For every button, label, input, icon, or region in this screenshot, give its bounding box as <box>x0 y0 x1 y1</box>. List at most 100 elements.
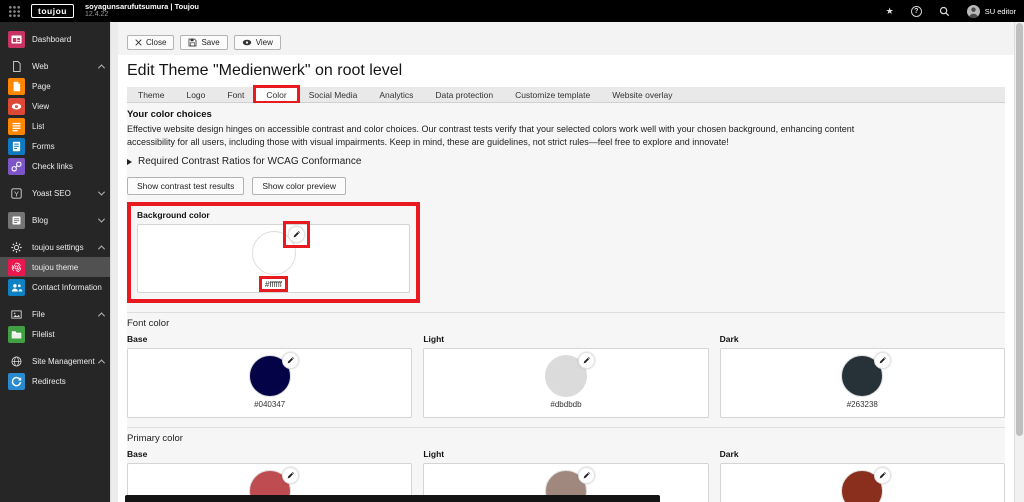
sidebar-item-dashboard[interactable]: Dashboard <box>0 29 110 49</box>
wcag-toggle[interactable]: Required Contrast Ratios for WCAG Confor… <box>127 156 1005 167</box>
background-color-label: Background color <box>137 210 410 220</box>
swatch-name: Dark <box>720 334 1005 344</box>
color-panel: Your color choices Effective website des… <box>127 103 1005 502</box>
view-button-label: View <box>256 38 273 47</box>
sidebar-item-toujou-theme[interactable]: toujou theme <box>0 257 110 277</box>
tab-website-overlay[interactable]: Website overlay <box>601 87 683 102</box>
chevron-up-icon <box>98 245 105 252</box>
edit-color-icon[interactable] <box>578 467 595 484</box>
font-base-column: Base #040347 <box>127 334 412 418</box>
user-name[interactable]: SU editor <box>985 7 1016 16</box>
edit-color-icon[interactable] <box>578 352 595 369</box>
main-scrollbar-thumb[interactable] <box>1016 23 1023 436</box>
sidebar-scrollbar[interactable] <box>110 22 118 502</box>
version-label: 12.4.22 <box>85 11 199 19</box>
page-icon <box>8 78 25 95</box>
panel-buttons: Show contrast test results Show color pr… <box>127 177 1005 195</box>
sidebar-item-filelist[interactable]: Filelist <box>0 324 110 344</box>
show-contrast-button[interactable]: Show contrast test results <box>127 177 244 195</box>
sidebar-item-site-management[interactable]: Site Management <box>0 351 110 371</box>
swatch-hex: #dbdbdb <box>550 400 581 409</box>
sidebar-item-toujou-settings[interactable]: toujou settings <box>0 237 110 257</box>
question-mark-icon: ? <box>911 6 922 17</box>
primary-color-section: Primary color Base #bf4c50 <box>127 427 1005 502</box>
bottom-tooltip-bar <box>125 495 660 502</box>
fingerprint-icon <box>8 259 25 276</box>
sidebar-item-blog[interactable]: Blog <box>0 210 110 230</box>
forms-icon <box>8 138 25 155</box>
sidebar-item-forms[interactable]: Forms <box>0 136 110 156</box>
contacts-icon <box>8 279 25 296</box>
save-button[interactable]: Save <box>180 35 227 50</box>
sidebar-item-contact-information[interactable]: Contact Information <box>0 277 110 297</box>
edit-color-icon[interactable] <box>874 352 891 369</box>
sidebar-item-label: toujou settings <box>32 243 84 252</box>
close-button[interactable]: Close <box>127 35 174 50</box>
main-content: Close Save View Edit Theme "Medienwerk" … <box>118 22 1014 502</box>
search-icon[interactable] <box>939 6 950 17</box>
topbar: toujou soyagunsarufutsumura | Toujou 12.… <box>0 0 1024 22</box>
swatch-hex: #040347 <box>254 400 285 409</box>
sidebar: Dashboard Web Page View List <box>0 22 110 502</box>
edit-color-icon[interactable] <box>288 226 305 243</box>
globe-icon <box>8 353 25 370</box>
tab-analytics[interactable]: Analytics <box>368 87 424 102</box>
main-scrollbar[interactable] <box>1014 22 1024 502</box>
sidebar-item-file[interactable]: File <box>0 304 110 324</box>
swatch-card: #dbdbdb <box>423 348 708 418</box>
save-button-label: Save <box>201 38 219 47</box>
sidebar-item-label: toujou theme <box>32 263 78 272</box>
collapse-arrow-icon <box>127 159 132 165</box>
folder-icon <box>8 326 25 343</box>
check-links-icon <box>8 158 25 175</box>
sidebar-item-label: Check links <box>32 162 73 171</box>
edit-color-icon[interactable] <box>282 352 299 369</box>
sidebar-item-label: List <box>32 122 44 131</box>
background-color-card: #ffffff <box>137 224 410 293</box>
tab-social-media[interactable]: Social Media <box>298 87 369 102</box>
tab-logo[interactable]: Logo <box>175 87 216 102</box>
sidebar-item-list[interactable]: List <box>0 116 110 136</box>
sidebar-item-redirects[interactable]: Redirects <box>0 371 110 391</box>
sidebar-item-page[interactable]: Page <box>0 76 110 96</box>
toujou-logo[interactable]: toujou <box>31 4 74 18</box>
save-icon <box>188 38 197 47</box>
blog-icon <box>8 212 25 229</box>
wcag-toggle-label: Required Contrast Ratios for WCAG Confor… <box>138 156 361 167</box>
primary-color-legend: Primary color <box>127 433 1005 444</box>
page-title: Edit Theme "Medienwerk" on root level <box>118 55 1014 87</box>
sidebar-item-check-links[interactable]: Check links <box>0 156 110 176</box>
tab-color[interactable]: Color <box>255 87 297 102</box>
edit-icon-annotation-box <box>283 221 310 248</box>
view-button[interactable]: View <box>234 35 281 50</box>
sidebar-item-label: Forms <box>32 142 55 151</box>
tab-font[interactable]: Font <box>216 87 255 102</box>
tab-data-protection[interactable]: Data protection <box>424 87 504 102</box>
your-color-choices-heading: Your color choices <box>127 109 1005 120</box>
swatch-hex: #263238 <box>847 400 878 409</box>
swatch-name: Base <box>127 449 412 459</box>
edit-color-icon[interactable] <box>282 467 299 484</box>
help-icon[interactable]: ? <box>911 6 922 17</box>
sidebar-item-web[interactable]: Web <box>0 56 110 76</box>
sidebar-item-yoast-seo[interactable]: Y Yoast SEO <box>0 183 110 203</box>
swatch-name: Dark <box>720 449 1005 459</box>
swatch-card: #263238 <box>720 348 1005 418</box>
font-color-section: Font color Base #040347 <box>127 312 1005 418</box>
modules-grid-icon[interactable] <box>8 5 21 18</box>
edit-color-icon[interactable] <box>874 467 891 484</box>
site-name: soyagunsarufutsumura | Toujou <box>85 3 199 12</box>
user-avatar[interactable] <box>967 5 980 18</box>
tab-bar: Theme Logo Font Color Social Media Analy… <box>127 87 1005 103</box>
sidebar-item-view[interactable]: View <box>0 96 110 116</box>
sidebar-item-label: Page <box>32 82 51 91</box>
swatch-card: #040347 <box>127 348 412 418</box>
tab-theme[interactable]: Theme <box>127 87 175 102</box>
tab-customize-template[interactable]: Customize template <box>504 87 601 102</box>
sidebar-item-label: Contact Information <box>32 283 102 292</box>
dashboard-icon <box>8 31 25 48</box>
bookmark-star-icon[interactable]: ★ <box>886 6 894 17</box>
show-color-preview-button[interactable]: Show color preview <box>252 177 346 195</box>
swatch-name: Light <box>423 334 708 344</box>
sidebar-item-label: File <box>32 310 45 319</box>
